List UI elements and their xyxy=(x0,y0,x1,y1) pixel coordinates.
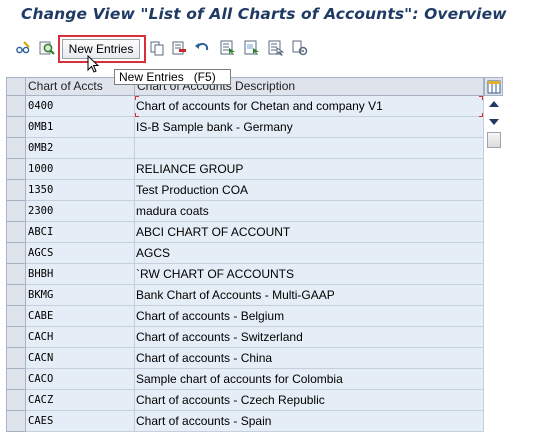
scrollbar-thumb[interactable] xyxy=(487,132,501,148)
cell-chart-of-accts[interactable]: CACO xyxy=(26,369,135,390)
glasses-edit-icon[interactable] xyxy=(14,39,32,57)
cell-chart-of-accts[interactable]: 0400 xyxy=(26,96,135,117)
page-title: Change View "List of All Charts of Accou… xyxy=(21,5,507,23)
table-row[interactable]: 1350 Test Production COA xyxy=(6,180,484,201)
table-row[interactable]: AGCS AGCS xyxy=(6,243,484,264)
cell-chart-of-accts[interactable]: CACN xyxy=(26,348,135,369)
cell-description[interactable]: madura coats xyxy=(135,201,484,222)
cell-description[interactable]: Bank Chart of Accounts - Multi-GAAP xyxy=(135,285,484,306)
undo-icon[interactable] xyxy=(193,39,211,57)
cell-chart-of-accts[interactable]: CACH xyxy=(26,327,135,348)
row-selector[interactable] xyxy=(6,180,26,201)
select-all-rows-cell[interactable] xyxy=(6,77,26,96)
row-selector[interactable] xyxy=(6,117,26,138)
table-row[interactable]: CAES Chart of accounts - Spain xyxy=(6,411,484,432)
table-settings-icon[interactable] xyxy=(484,77,503,96)
cell-chart-of-accts[interactable]: BKMG xyxy=(26,285,135,306)
row-selector[interactable] xyxy=(6,348,26,369)
cell-chart-of-accts[interactable]: CACZ xyxy=(26,390,135,411)
table-row[interactable]: 1000 RELIANCE GROUP xyxy=(6,159,484,180)
cell-description[interactable]: Chart of accounts - China xyxy=(135,348,484,369)
cell-description[interactable]: Sample chart of accounts for Colombia xyxy=(135,369,484,390)
focus-corner-top-right xyxy=(479,96,483,100)
row-selector[interactable] xyxy=(6,222,26,243)
table-row[interactable]: 0400 Chart of accounts for Chetan and com… xyxy=(6,96,484,117)
tooltip-label: New Entries xyxy=(119,70,184,84)
table-row[interactable]: 0MB2 xyxy=(6,138,484,159)
title-bar: Change View "List of All Charts of Accou… xyxy=(0,0,557,33)
row-selector[interactable] xyxy=(6,264,26,285)
cell-chart-of-accts[interactable]: CAES xyxy=(26,411,135,432)
cell-description[interactable]: ABCI CHART OF ACCOUNT xyxy=(135,222,484,243)
cell-description[interactable]: Chart of accounts for Chetan and company… xyxy=(135,96,484,117)
row-selector[interactable] xyxy=(6,327,26,348)
select-block-icon[interactable] xyxy=(243,39,261,57)
find-icon[interactable] xyxy=(38,39,56,57)
cell-chart-of-accts[interactable]: BHBH xyxy=(26,264,135,285)
cell-chart-of-accts[interactable]: AGCS xyxy=(26,243,135,264)
row-selector[interactable] xyxy=(6,96,26,117)
mouse-cursor-icon xyxy=(87,54,103,75)
row-selector[interactable] xyxy=(6,369,26,390)
focus-corner-bottom-right xyxy=(479,113,483,117)
table-row[interactable]: 0MB1 IS-B Sample bank - Germany xyxy=(6,117,484,138)
cell-chart-of-accts[interactable]: 0MB1 xyxy=(26,117,135,138)
tooltip: New Entries (F5) xyxy=(114,69,231,85)
table-row[interactable]: 2300 madura coats xyxy=(6,201,484,222)
row-selector[interactable] xyxy=(6,285,26,306)
table-row[interactable]: BKMG Bank Chart of Accounts - Multi-GAAP xyxy=(6,285,484,306)
cell-description[interactable]: RELIANCE GROUP xyxy=(135,159,484,180)
row-selector[interactable] xyxy=(6,411,26,432)
delete-icon[interactable] xyxy=(170,39,188,57)
row-selector[interactable] xyxy=(6,390,26,411)
cell-chart-of-accts[interactable]: 2300 xyxy=(26,201,135,222)
row-selector[interactable] xyxy=(6,243,26,264)
table-row[interactable]: BHBH `RW CHART OF ACCOUNTS xyxy=(6,264,484,285)
table-row[interactable]: CACN Chart of accounts - China xyxy=(6,348,484,369)
focus-corner-top-left xyxy=(135,96,139,100)
select-all-icon[interactable] xyxy=(219,39,237,57)
row-selector[interactable] xyxy=(6,138,26,159)
cell-chart-of-accts[interactable]: ABCI xyxy=(26,222,135,243)
table-row[interactable]: CACH Chart of accounts - Switzerland xyxy=(6,327,484,348)
table-row[interactable]: ABCI ABCI CHART OF ACCOUNT xyxy=(6,222,484,243)
table-row[interactable]: CACZ Chart of accounts - Czech Republic xyxy=(6,390,484,411)
row-selector[interactable] xyxy=(6,306,26,327)
tooltip-shortcut: (F5) xyxy=(193,70,216,84)
cell-chart-of-accts[interactable]: 1000 xyxy=(26,159,135,180)
cell-chart-of-accts[interactable]: CABE xyxy=(26,306,135,327)
copy-icon[interactable] xyxy=(148,39,166,57)
cell-description[interactable]: IS-B Sample bank - Germany xyxy=(135,117,484,138)
focus-corner-bottom-left xyxy=(135,113,139,117)
scroll-up-icon[interactable] xyxy=(488,99,500,109)
row-selector[interactable] xyxy=(6,159,26,180)
cell-chart-of-accts[interactable]: 1350 xyxy=(26,180,135,201)
cell-description[interactable]: Chart of accounts - Switzerland xyxy=(135,327,484,348)
cell-description[interactable]: Chart of accounts - Czech Republic xyxy=(135,390,484,411)
deselect-all-icon[interactable] xyxy=(267,39,285,57)
cell-description[interactable]: `RW CHART OF ACCOUNTS xyxy=(135,264,484,285)
row-selector[interactable] xyxy=(6,201,26,222)
cell-description[interactable] xyxy=(135,138,484,159)
table-row[interactable]: CABE Chart of accounts - Belgium xyxy=(6,306,484,327)
cell-description[interactable]: AGCS xyxy=(135,243,484,264)
cell-description[interactable]: Chart of accounts - Spain xyxy=(135,411,484,432)
cell-chart-of-accts[interactable]: 0MB2 xyxy=(26,138,135,159)
config-icon[interactable] xyxy=(291,39,309,57)
cell-description[interactable]: Chart of accounts - Belgium xyxy=(135,306,484,327)
cell-description[interactable]: Test Production COA xyxy=(135,180,484,201)
table-row[interactable]: CACO Sample chart of accounts for Colombi… xyxy=(6,369,484,390)
scroll-down-icon[interactable] xyxy=(488,117,500,127)
